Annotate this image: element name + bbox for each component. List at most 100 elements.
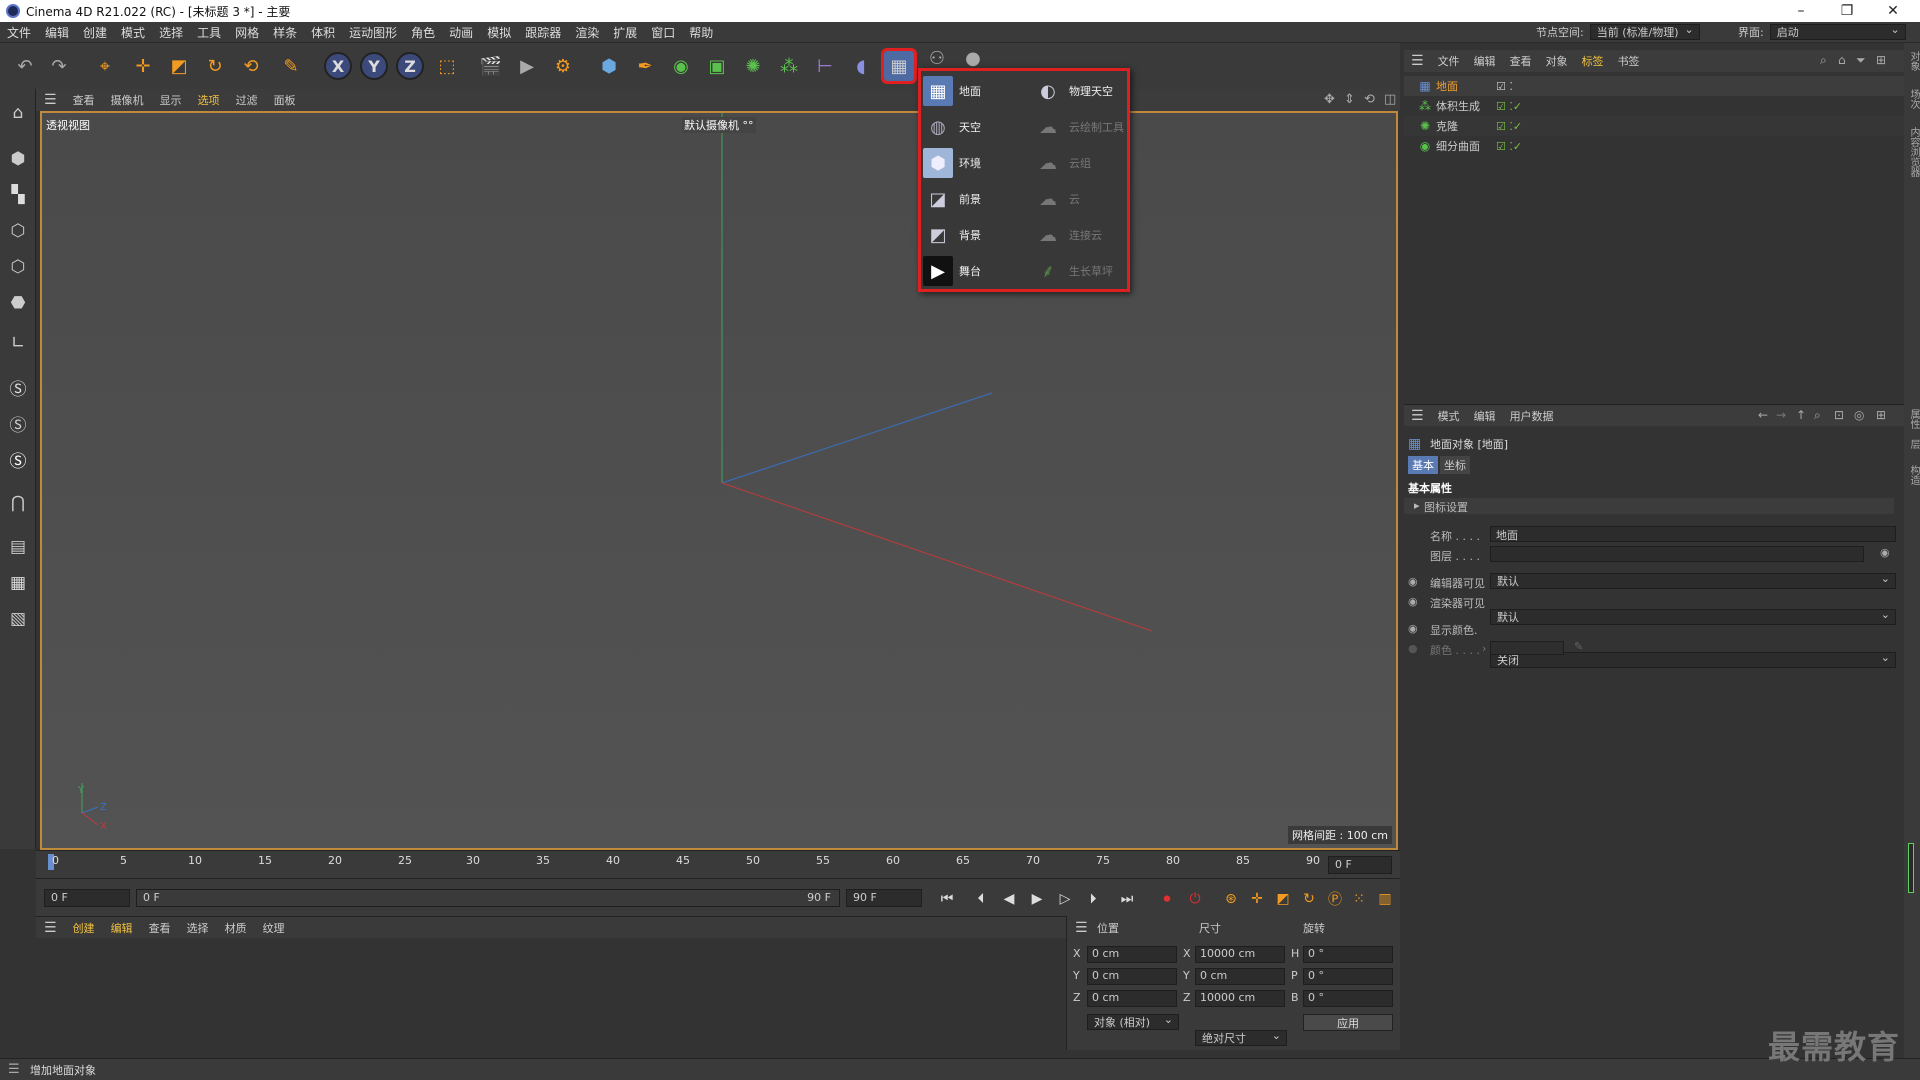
visibility-toggle-icon[interactable]: ☑ ⁚: [1496, 80, 1513, 93]
layer-pick-icon[interactable]: ◉: [1880, 546, 1890, 559]
prev-key-icon[interactable]: ⏴: [970, 888, 992, 910]
coords-size-dropdown[interactable]: 绝对尺寸: [1195, 1029, 1287, 1046]
make-editable-icon[interactable]: ⌂: [4, 99, 32, 127]
menu-mesh[interactable]: 网格: [228, 24, 266, 41]
extrude-icon[interactable]: ▣: [702, 51, 732, 81]
close-button[interactable]: ✕: [1870, 0, 1916, 22]
render-visible-dropdown[interactable]: 默认: [1490, 608, 1896, 625]
axis-mode-icon[interactable]: ∟: [4, 329, 32, 357]
tab-layers[interactable]: 层: [1906, 439, 1920, 449]
material-menu-edit[interactable]: 编辑: [103, 920, 141, 936]
material-area[interactable]: [36, 938, 1066, 1050]
menu-spline[interactable]: 样条: [266, 24, 304, 41]
editor-visible-dropdown[interactable]: 默认: [1490, 572, 1896, 589]
attribute-menu-userdata[interactable]: 用户数据: [1503, 408, 1561, 424]
snap-settings-icon[interactable]: Ⓢ: [4, 409, 32, 437]
popup-item-background[interactable]: ◩ 背景: [923, 219, 981, 251]
object-filter-icon[interactable]: ⏷: [1856, 53, 1866, 68]
layout-dropdown[interactable]: 启动: [1769, 23, 1906, 40]
attr-back-icon[interactable]: ←: [1758, 408, 1768, 422]
popup-item-foreground[interactable]: ◪ 前景: [923, 183, 981, 215]
popup-item-physical-sky[interactable]: ◐ 物理天空: [1033, 75, 1113, 107]
object-home-icon[interactable]: ⌂: [1838, 53, 1846, 67]
menu-mograph[interactable]: 运动图形: [342, 24, 404, 41]
object-row-floor[interactable]: ▦ 地面 ☑ ⁚: [1404, 76, 1904, 96]
workplane-icon[interactable]: ▤: [4, 533, 32, 561]
object-menu-tags[interactable]: 标签: [1575, 53, 1611, 69]
menu-window[interactable]: 窗口: [644, 24, 682, 41]
viewport-menu-display[interactable]: 显示: [152, 92, 190, 108]
object-menu-file[interactable]: 文件: [1431, 53, 1467, 69]
coordinate-system-icon[interactable]: ⬚: [432, 51, 462, 81]
render-view-icon[interactable]: ▶: [512, 51, 542, 81]
live-select-icon[interactable]: ✎: [276, 51, 306, 81]
subdivision-icon[interactable]: ◉: [666, 51, 696, 81]
tab-structure[interactable]: 构造: [1906, 465, 1920, 485]
object-row-volume-builder[interactable]: ⁂ 体积生成 ☑ ⁚✓: [1404, 96, 1904, 116]
timeline-ruler[interactable]: 0 5 10 15 20 25 30 35 40 45 50 55 60 65 …: [36, 850, 1400, 878]
object-new-window-icon[interactable]: ⊞: [1876, 53, 1886, 67]
goto-end-icon[interactable]: ⏭: [1116, 888, 1138, 910]
key-pla-icon[interactable]: ⁙: [1348, 888, 1370, 910]
tab-takes[interactable]: 场次: [1906, 89, 1920, 109]
node-space-dropdown[interactable]: 当前 (标准/物理): [1589, 23, 1700, 40]
render-region-icon[interactable]: 🎬: [476, 51, 506, 81]
pos-y-field[interactable]: 0 cm: [1087, 968, 1177, 985]
editor-visible-radio[interactable]: ◉: [1408, 575, 1418, 588]
frame-range-slider[interactable]: 0 F 90 F: [136, 889, 840, 907]
volume-icon[interactable]: ⁂: [774, 51, 804, 81]
planar-workplane-icon[interactable]: ▧: [4, 605, 32, 633]
popup-item-floor[interactable]: ▦ 地面: [923, 75, 981, 107]
timeline-window-icon[interactable]: ▥: [1374, 888, 1396, 910]
rot-b-field[interactable]: 0 °: [1303, 990, 1393, 1007]
viewport-move-icon[interactable]: ✥: [1324, 92, 1335, 107]
object-menu-edit[interactable]: 编辑: [1467, 53, 1503, 69]
object-row-subdivision[interactable]: ◉ 细分曲面 ☑ ⁚✓: [1404, 136, 1904, 156]
menu-mode[interactable]: 模式: [114, 24, 152, 41]
popup-item-environment[interactable]: ⬢ 环境: [923, 147, 981, 179]
display-color-radio[interactable]: ◉: [1408, 622, 1418, 635]
pen-icon[interactable]: ✒: [630, 51, 660, 81]
menu-extensions[interactable]: 扩展: [606, 24, 644, 41]
viewport-menu-options[interactable]: 选项: [190, 92, 228, 108]
light-icon[interactable]: ●: [958, 48, 988, 69]
key-rotation-icon[interactable]: ↻: [1298, 888, 1320, 910]
material-menu-texture[interactable]: 纹理: [255, 920, 293, 936]
snap-icon[interactable]: Ⓢ: [4, 373, 32, 401]
goto-start-icon[interactable]: ⏮: [936, 888, 958, 910]
undo-icon[interactable]: ↶: [10, 51, 40, 81]
material-menu-select[interactable]: 选择: [179, 920, 217, 936]
pos-z-field[interactable]: 0 cm: [1087, 990, 1177, 1007]
key-scale-icon[interactable]: ◩: [1272, 888, 1294, 910]
tab-content-browser[interactable]: 内容浏览器: [1906, 127, 1920, 177]
menu-tools[interactable]: 工具: [190, 24, 228, 41]
attribute-menu-edit[interactable]: 编辑: [1467, 408, 1503, 424]
material-menu-view[interactable]: 查看: [141, 920, 179, 936]
status-hamburger-icon[interactable]: ☰: [8, 1062, 20, 1077]
pos-x-field[interactable]: 0 cm: [1087, 946, 1177, 963]
object-row-cloner[interactable]: ✺ 克隆 ☑ ⁚✓: [1404, 116, 1904, 136]
viewport-menu-view[interactable]: 查看: [65, 92, 103, 108]
menu-animate[interactable]: 动画: [442, 24, 480, 41]
object-menu-bookmarks[interactable]: 书签: [1611, 53, 1647, 69]
viewport-menu-panel[interactable]: 面板: [266, 92, 304, 108]
attr-search-icon[interactable]: ⌕: [1814, 408, 1821, 423]
material-hamburger-icon[interactable]: ☰: [36, 920, 65, 936]
x-axis-toggle[interactable]: X: [324, 52, 352, 80]
menu-volume[interactable]: 体积: [304, 24, 342, 41]
object-hamburger-icon[interactable]: ☰: [1404, 53, 1431, 69]
move-icon[interactable]: ✛: [128, 51, 158, 81]
camera-icon[interactable]: ⚇: [922, 48, 952, 69]
viewport-menu-cameras[interactable]: 摄像机: [103, 92, 152, 108]
material-menu-create[interactable]: 创建: [65, 920, 103, 936]
redo-icon[interactable]: ↷: [44, 51, 74, 81]
coords-hamburger-icon[interactable]: ☰: [1075, 920, 1088, 936]
start-frame-field[interactable]: 0 F: [44, 889, 130, 907]
rot-h-field[interactable]: 0 °: [1303, 946, 1393, 963]
popup-item-stage[interactable]: ▶ 舞台: [923, 255, 981, 287]
object-menu-view[interactable]: 查看: [1503, 53, 1539, 69]
attr-up-icon[interactable]: ↑: [1796, 408, 1806, 422]
cube-icon[interactable]: ⬢: [594, 51, 624, 81]
next-frame-icon[interactable]: ▷: [1054, 888, 1076, 910]
scale-icon[interactable]: ◩: [164, 51, 194, 81]
